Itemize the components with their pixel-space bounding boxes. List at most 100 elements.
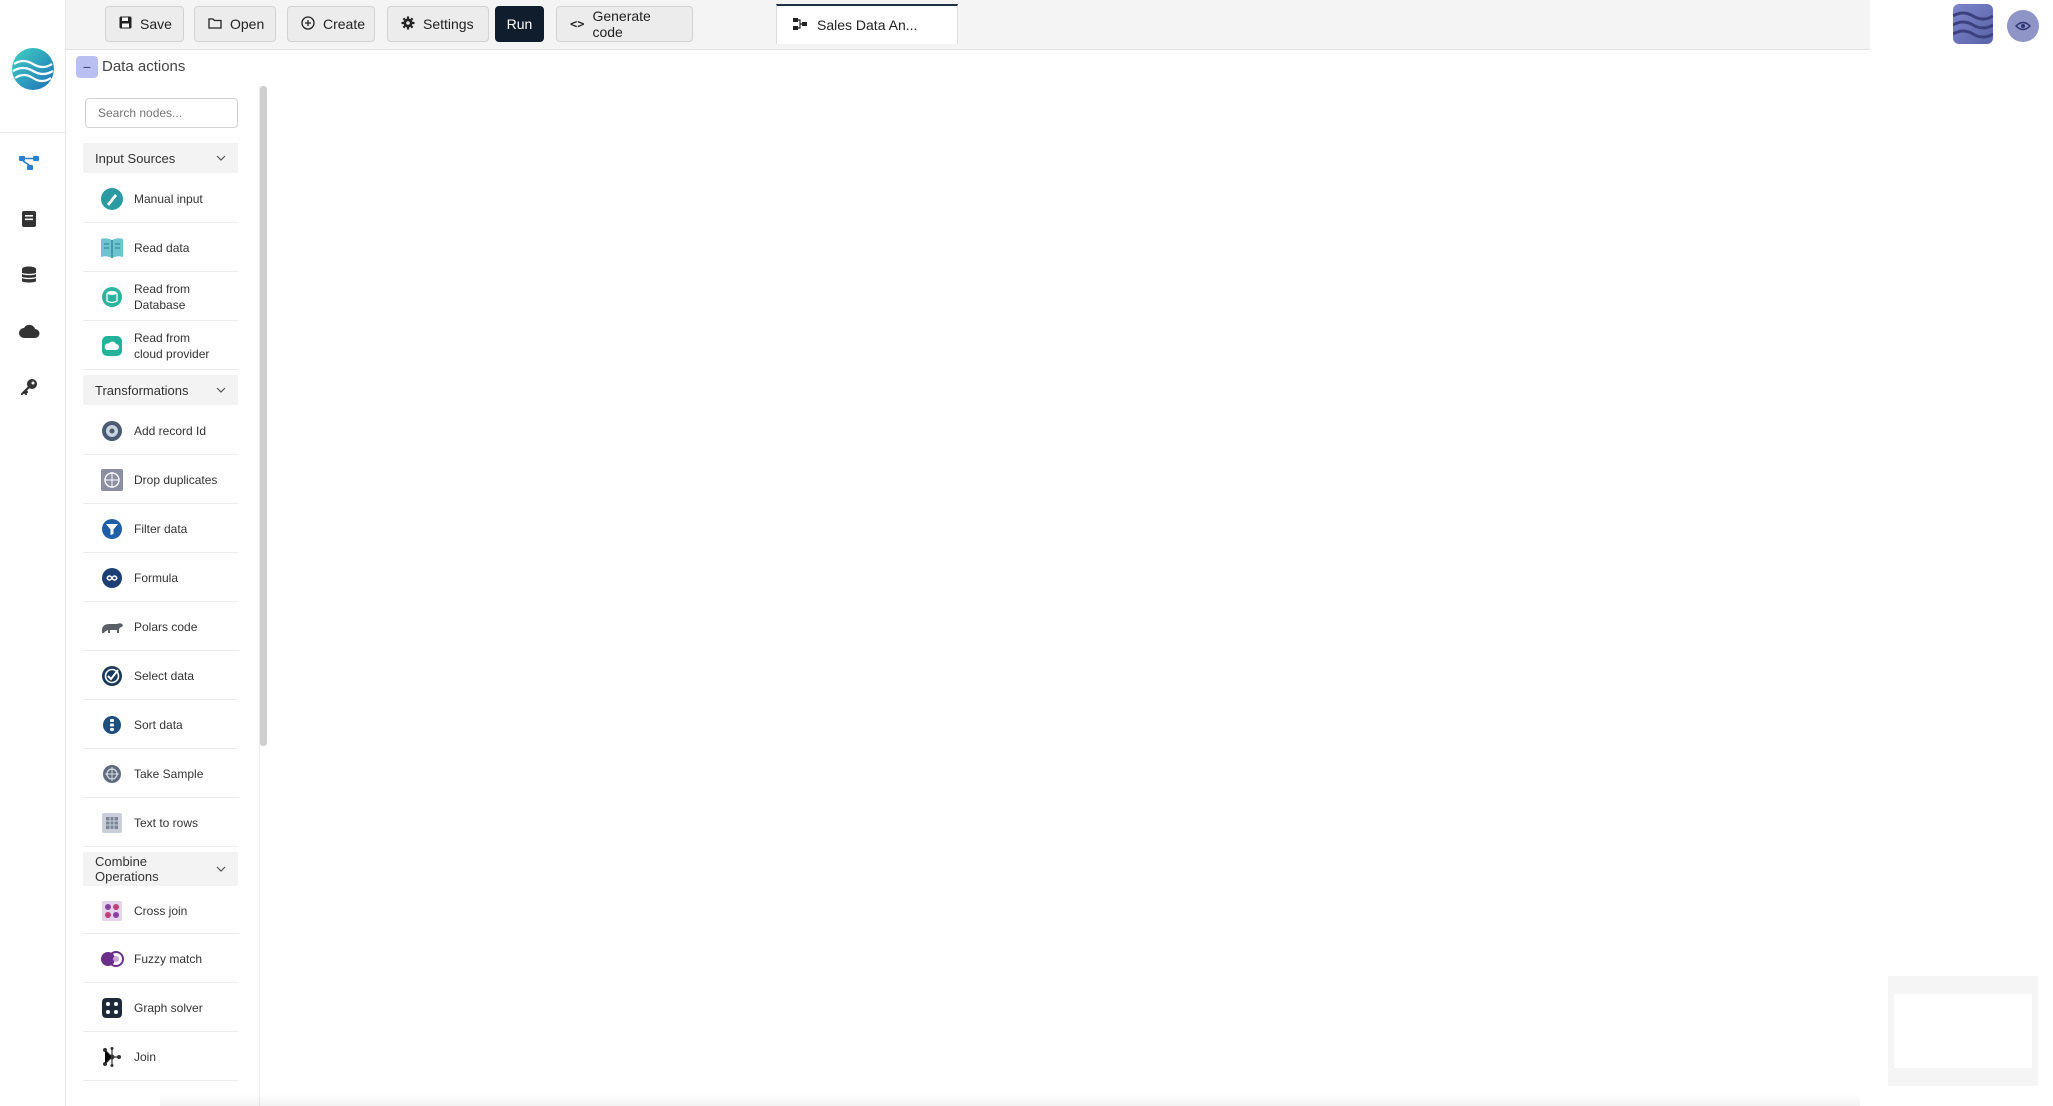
node-label: Cross join (134, 903, 188, 918)
filter-icon (100, 517, 124, 541)
section-label: Transformations (95, 382, 189, 398)
generate-code-button[interactable]: <> Generate code (556, 6, 693, 42)
node-filter-data[interactable]: Filter data (83, 505, 238, 553)
node-label: Read data (134, 240, 190, 255)
node-manual-input[interactable]: Manual input (83, 175, 238, 223)
cloud-icon (100, 334, 124, 358)
sort-icon (100, 713, 124, 737)
node-graph-solver[interactable]: Graph solver (83, 984, 238, 1032)
node-read-from-cloud-provider[interactable]: Read from cloud provider (83, 322, 238, 370)
node-join[interactable]: Join (83, 1033, 238, 1081)
folder-icon (208, 16, 222, 32)
chevron-down-icon (216, 155, 226, 161)
section-label: Combine Operations (95, 854, 159, 884)
node-cross-join[interactable]: Cross join (83, 888, 238, 934)
sample-icon (100, 762, 124, 786)
node-palette: Input Sources Manual input Read data Rea… (78, 86, 244, 1096)
database-icon (100, 285, 124, 309)
code-icon: <> (570, 17, 585, 31)
section-combine-operations[interactable]: Combine Operations (83, 852, 238, 886)
text-rows-icon (100, 811, 124, 835)
gear-icon (401, 16, 415, 33)
generate-code-label: Generate code (592, 8, 651, 40)
app-rail (0, 0, 66, 1106)
node-drop-duplicates[interactable]: Drop duplicates (83, 456, 238, 504)
node-polars-code[interactable]: Polars code (83, 603, 238, 651)
node-read-data[interactable]: Read data (83, 224, 238, 272)
node-label: Add record Id (134, 423, 207, 438)
database-icon[interactable] (14, 260, 44, 290)
plus-circle-icon (301, 15, 315, 33)
cloud-icon[interactable] (14, 316, 44, 346)
open-label: Open (230, 16, 265, 32)
manual-input-icon (100, 187, 124, 211)
record-id-icon (100, 419, 124, 443)
run-label: Run (506, 16, 533, 32)
node-label: Select data (134, 668, 195, 683)
key-icon[interactable] (14, 372, 44, 402)
rail-divider (0, 132, 66, 133)
node-fuzzy-match[interactable]: Fuzzy match (83, 935, 238, 983)
book-icon[interactable] (14, 204, 44, 234)
node-add-record-id[interactable]: Add record Id (83, 407, 238, 455)
fuzzy-match-icon (100, 947, 124, 971)
run-button[interactable]: Run (495, 6, 544, 42)
node-read-from-database[interactable]: Read from Database (83, 273, 238, 321)
node-label: Take Sample (134, 766, 204, 781)
node-label: Read from Database (134, 281, 191, 312)
chevron-down-icon (216, 387, 226, 393)
top-toolbar: Save Open Create Settings Run <> Generat… (66, 0, 1870, 50)
duplicates-icon (100, 468, 124, 492)
node-label: Sort data (134, 717, 183, 732)
palette-scrollbar[interactable] (259, 86, 267, 1106)
join-icon (100, 1045, 124, 1069)
section-label: Input Sources (95, 150, 176, 166)
book-icon (100, 236, 124, 260)
flow-canvas[interactable] (270, 50, 2053, 1106)
save-label: Save (140, 16, 172, 32)
data-actions-title: Data actions (102, 58, 186, 75)
eye-icon[interactable] (2007, 10, 2039, 42)
avatar[interactable] (1953, 4, 1993, 44)
chevron-down-icon (216, 866, 226, 872)
collapse-data-actions-button[interactable]: − (76, 56, 98, 78)
minimap[interactable] (1888, 976, 2038, 1086)
app-logo[interactable] (10, 46, 56, 92)
node-sort-data[interactable]: Sort data (83, 701, 238, 749)
flow-tab-icon (793, 17, 807, 33)
node-label: Join (134, 1049, 157, 1064)
tab-flow[interactable]: Sales Data An... (776, 4, 958, 44)
create-button[interactable]: Create (287, 6, 375, 42)
node-text-to-rows[interactable]: Text to rows (83, 799, 238, 847)
node-label: Read from cloud provider (134, 330, 210, 361)
node-label: Drop duplicates (134, 472, 218, 487)
minimap-viewport[interactable] (1894, 994, 2032, 1068)
node-label: Text to rows (134, 815, 199, 830)
node-take-sample[interactable]: Take Sample (83, 750, 238, 798)
save-button[interactable]: Save (105, 6, 184, 42)
section-transformations[interactable]: Transformations (83, 375, 238, 405)
flow-icon[interactable] (14, 148, 44, 178)
create-label: Create (323, 16, 366, 32)
formula-icon (100, 566, 124, 590)
node-label: Formula (134, 570, 179, 585)
node-label: Fuzzy match (134, 951, 203, 966)
node-label: Filter data (134, 521, 188, 536)
node-label: Manual input (134, 191, 203, 206)
section-input-sources[interactable]: Input Sources (83, 143, 238, 173)
node-label: Polars code (134, 619, 198, 634)
node-formula[interactable]: Formula (83, 554, 238, 602)
node-select-data[interactable]: Select data (83, 652, 238, 700)
node-label: Graph solver (134, 1000, 203, 1015)
cross-join-icon (100, 899, 124, 923)
canvas-bottom-edge (160, 1094, 1860, 1106)
polar-bear-icon (100, 615, 124, 639)
settings-label: Settings (423, 16, 474, 32)
settings-button[interactable]: Settings (387, 6, 489, 42)
graph-icon (100, 996, 124, 1020)
check-icon (100, 664, 124, 688)
search-nodes-input[interactable] (85, 98, 238, 128)
open-button[interactable]: Open (194, 6, 276, 42)
save-icon (119, 16, 132, 32)
scrollbar-thumb[interactable] (260, 86, 267, 746)
